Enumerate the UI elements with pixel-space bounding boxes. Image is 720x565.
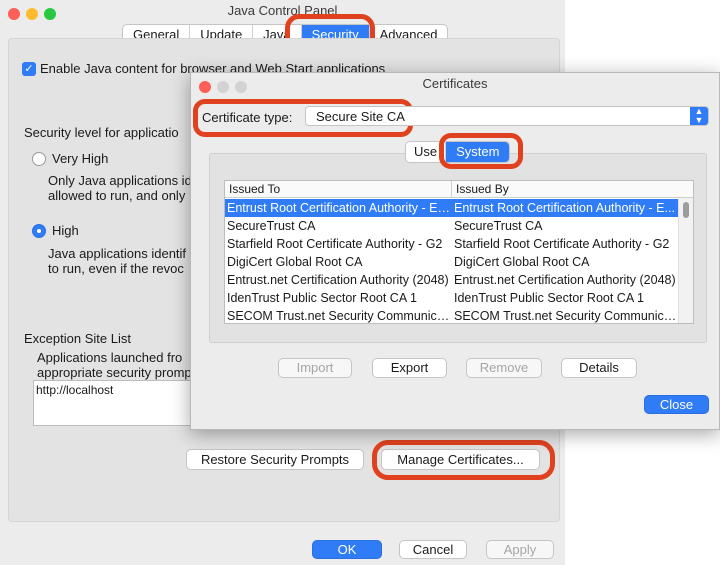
certificate-type-value: Secure Site CA: [316, 109, 405, 124]
zoom-window-button[interactable]: [44, 8, 56, 20]
minimize-window-button[interactable]: [26, 8, 38, 20]
dialog-minimize-dot: [217, 81, 229, 93]
remove-button[interactable]: Remove: [466, 358, 542, 378]
issued-to-cell: Entrust.net Certification Authority (204…: [227, 273, 449, 287]
apply-button[interactable]: Apply: [486, 540, 554, 559]
issued-to-cell: DigiCert Global Root CA: [227, 255, 363, 269]
issued-by-cell: SECOM Trust.net Security Communicati...: [454, 309, 679, 323]
issued-to-cell: SecureTrust CA: [227, 219, 316, 233]
ok-button[interactable]: OK: [312, 540, 382, 559]
issued-to-cell: SECOM Trust.net Security Communicati...: [227, 309, 452, 323]
issued-to-cell: IdenTrust Public Sector Root CA 1: [227, 291, 417, 305]
exception-desc-line2: appropriate security promp: [37, 365, 192, 380]
issued-to-cell: Starfield Root Certificate Authority - G…: [227, 237, 443, 251]
column-issued-to[interactable]: Issued To: [225, 181, 452, 198]
table-row[interactable]: Starfield Root Certificate Authority - G…: [225, 235, 679, 253]
table-row[interactable]: SecureTrust CA SecureTrust CA: [225, 217, 679, 235]
security-level-label: Security level for applicatio: [24, 125, 179, 140]
certificate-type-select[interactable]: Secure Site CA ▲ ▼: [305, 106, 709, 126]
export-button[interactable]: Export: [372, 358, 447, 378]
certificates-table[interactable]: Issued To Issued By Entrust Root Certifi…: [224, 180, 694, 324]
table-row[interactable]: SECOM Trust.net Security Communicati... …: [225, 307, 679, 323]
system-tab-highlight: [439, 133, 523, 169]
high-desc-line2: to run, even if the revoc: [48, 261, 184, 276]
restore-security-prompts-button[interactable]: Restore Security Prompts: [186, 449, 364, 470]
issued-by-cell: Entrust.net Certification Authority (204…: [454, 273, 676, 287]
manage-certificates-highlight: [372, 440, 555, 480]
table-row[interactable]: IdenTrust Public Sector Root CA 1 IdenTr…: [225, 289, 679, 307]
cancel-button[interactable]: Cancel: [399, 540, 467, 559]
high-label: High: [52, 223, 79, 238]
select-arrows-icon: ▲ ▼: [690, 107, 708, 125]
high-radio[interactable]: [32, 224, 46, 238]
close-button[interactable]: Close: [644, 395, 709, 414]
table-row[interactable]: Entrust Root Certification Authority - E…: [225, 199, 679, 217]
exception-site-item[interactable]: http://localhost: [36, 383, 113, 397]
issued-by-cell: IdenTrust Public Sector Root CA 1: [454, 291, 644, 305]
issued-by-cell: SecureTrust CA: [454, 219, 543, 233]
very-high-desc-line2: allowed to run, and only: [48, 188, 186, 203]
table-scrollbar[interactable]: [678, 198, 693, 323]
title-bar: Java Control Panel: [0, 0, 565, 22]
dialog-window-controls: [199, 78, 253, 100]
exception-desc-line1: Applications launched fro: [37, 350, 183, 365]
dialog-zoom-dot: [235, 81, 247, 93]
very-high-radio[interactable]: [32, 152, 46, 166]
very-high-desc-line1: Only Java applications id: [48, 173, 192, 188]
dialog-title: Certificates: [422, 76, 488, 91]
enable-java-checkbox[interactable]: ✓: [22, 62, 36, 76]
column-issued-by[interactable]: Issued By: [452, 181, 693, 198]
import-button[interactable]: Import: [278, 358, 352, 378]
high-desc-line1: Java applications identif: [48, 246, 187, 261]
issued-by-cell: DigiCert Global Root CA: [454, 255, 590, 269]
dialog-close-dot[interactable]: [199, 81, 211, 93]
certificates-dialog: Certificates Certificate type: Secure Si…: [190, 72, 720, 430]
table-row[interactable]: DigiCert Global Root CA DigiCert Global …: [225, 253, 679, 271]
issued-by-cell: Entrust Root Certification Authority - E…: [454, 201, 675, 215]
issued-by-cell: Starfield Root Certificate Authority - G…: [454, 237, 670, 251]
details-button[interactable]: Details: [561, 358, 637, 378]
close-window-button[interactable]: [8, 8, 20, 20]
exception-site-title: Exception Site List: [24, 331, 131, 346]
scrollbar-thumb[interactable]: [683, 202, 689, 218]
table-row[interactable]: Entrust.net Certification Authority (204…: [225, 271, 679, 289]
dialog-title-bar: Certificates: [191, 73, 719, 95]
issued-to-cell: Entrust Root Certification Authority - E…: [227, 201, 452, 215]
window-controls: [8, 5, 62, 27]
very-high-label: Very High: [52, 151, 109, 166]
exception-site-list[interactable]: http://localhost: [33, 380, 215, 426]
